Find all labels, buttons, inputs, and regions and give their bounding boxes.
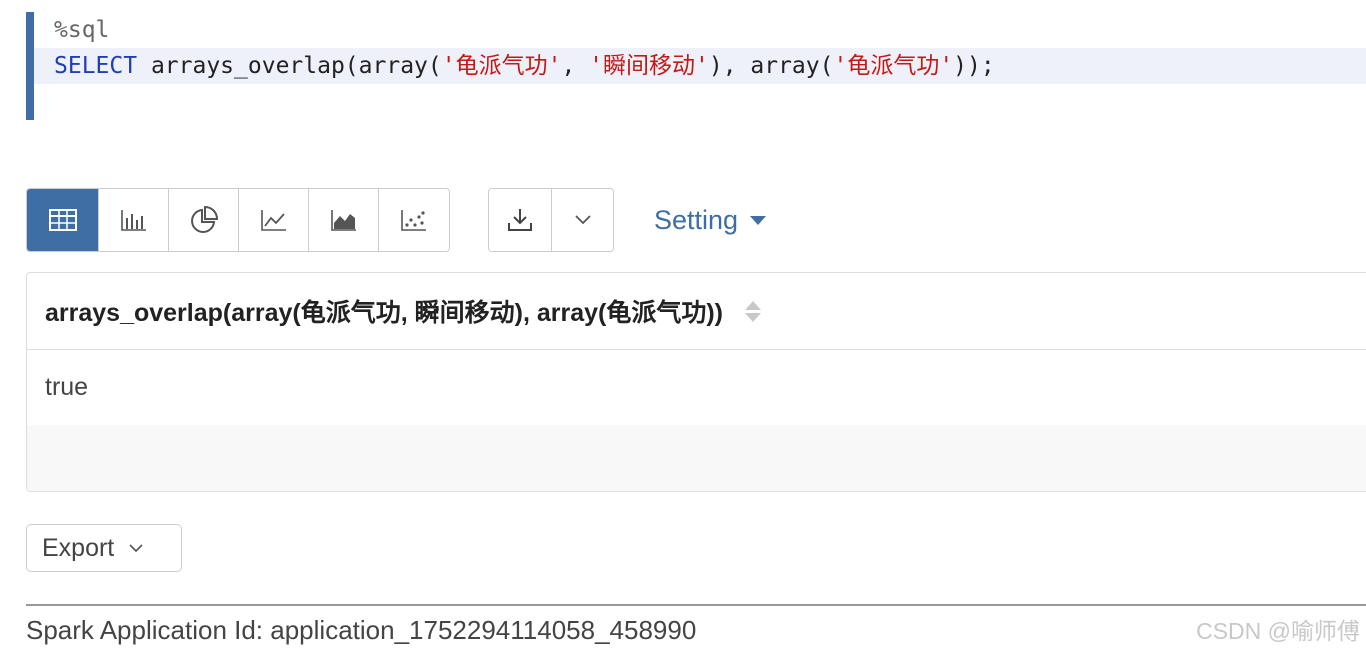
scatter-chart-button[interactable] <box>379 189 449 251</box>
area-chart-button[interactable] <box>309 189 379 251</box>
export-button[interactable]: Export <box>26 524 182 572</box>
chevron-down-icon <box>129 544 143 553</box>
sql-string-literal: '龟派气功' <box>833 53 954 79</box>
sql-terminator: )); <box>953 53 995 79</box>
caret-down-icon <box>750 215 767 225</box>
download-icon <box>508 209 532 231</box>
export-label: Export <box>42 533 115 562</box>
bar-chart-icon <box>120 210 146 231</box>
paragraph-focus-bar <box>26 12 34 120</box>
table-icon <box>48 209 77 231</box>
sql-keyword: SELECT <box>54 53 138 79</box>
pie-chart-button[interactable] <box>169 189 239 251</box>
column-header[interactable]: arrays_overlap(array(龟派气功, 瞬间移动), array(… <box>45 293 723 329</box>
sql-function: arrays_overlap(array( <box>137 53 442 79</box>
scatter-chart-icon <box>401 210 426 231</box>
result-table: arrays_overlap(array(龟派气功, 瞬间移动), array(… <box>26 272 1366 492</box>
download-options-button[interactable] <box>551 189 613 251</box>
code-editor[interactable]: %sql SELECT arrays_overlap(array('龟派气功',… <box>26 12 1366 120</box>
line-chart-icon <box>260 210 286 231</box>
interpreter-directive: %sql <box>54 17 110 43</box>
code-line-1: %sql <box>54 12 109 48</box>
download-button[interactable] <box>489 189 551 251</box>
watermark: CSDN @喻师傅 <box>1196 618 1360 644</box>
bar-chart-button[interactable] <box>99 189 169 251</box>
sql-string-literal: '瞬间移动' <box>589 53 709 79</box>
table-cell: true <box>45 373 89 401</box>
setting-label: Setting <box>654 205 739 235</box>
table-row: true <box>27 350 1366 425</box>
table-view-button[interactable] <box>27 189 99 251</box>
download-group <box>488 188 614 252</box>
sql-separator: , <box>561 53 590 79</box>
table-empty-row <box>27 425 1366 491</box>
sql-punctuation: ), array( <box>708 53 834 79</box>
table-header-row: arrays_overlap(array(龟派气功, 瞬间移动), array(… <box>27 273 1366 350</box>
chevron-down-icon <box>574 215 591 225</box>
footer-divider <box>26 604 1366 606</box>
sort-icon[interactable] <box>744 300 761 322</box>
line-chart-button[interactable] <box>239 189 309 251</box>
pie-chart-icon <box>190 206 218 233</box>
setting-toggle[interactable]: Setting <box>654 200 767 240</box>
visualization-switcher <box>26 188 450 252</box>
sql-string-literal: '龟派气功' <box>441 53 562 79</box>
spark-application-id: Spark Application Id: application_175229… <box>26 615 697 645</box>
code-line-2: SELECT arrays_overlap(array('龟派气功', '瞬间移… <box>34 48 1366 84</box>
area-chart-icon <box>330 210 356 231</box>
